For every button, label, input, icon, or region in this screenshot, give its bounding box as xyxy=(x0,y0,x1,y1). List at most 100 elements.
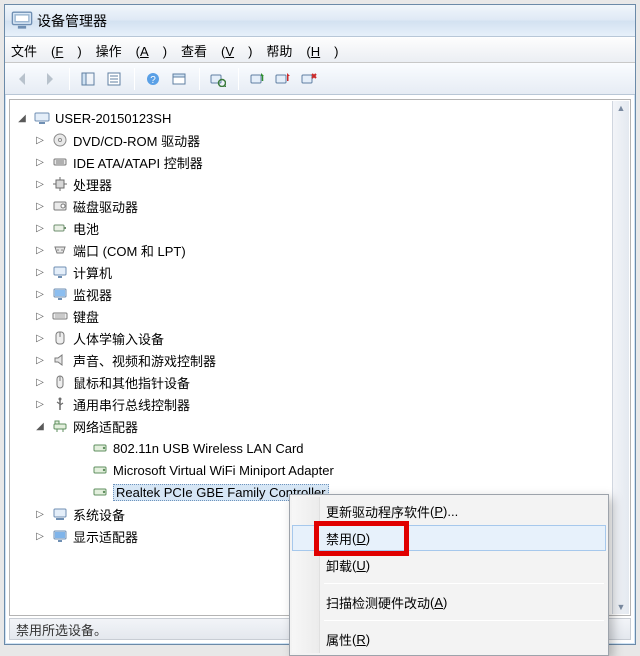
expand-icon[interactable]: ▷ xyxy=(33,287,47,301)
tree-node-dvd[interactable]: ▷DVD/CD-ROM 驱动器 xyxy=(33,129,627,151)
usb-icon xyxy=(51,395,69,413)
svg-text:?: ? xyxy=(150,75,156,86)
ctx-uninstall[interactable]: 卸载(U) xyxy=(292,551,606,579)
network-adapter-icon xyxy=(91,483,109,501)
toolbar-separator xyxy=(238,68,239,90)
network-icon xyxy=(51,417,69,435)
show-hide-console-button[interactable] xyxy=(76,67,100,91)
expand-icon[interactable]: ▷ xyxy=(33,309,47,323)
tree-root[interactable]: ◢ USER-20150123SH xyxy=(15,107,627,129)
tree-node-battery[interactable]: ▷ 电池 xyxy=(33,217,627,239)
tree-node-label: 键盘 xyxy=(73,307,99,326)
menu-help[interactable]: 帮助(H) xyxy=(266,41,338,60)
mouse-icon xyxy=(51,373,69,391)
tree-node-label: 处理器 xyxy=(73,175,112,194)
properties-button[interactable] xyxy=(102,67,126,91)
tree-node-net-a[interactable]: 802.11n USB Wireless LAN Card xyxy=(73,437,627,459)
sound-icon xyxy=(51,351,69,369)
ctx-update-driver[interactable]: 更新驱动程序软件(P)... xyxy=(292,497,606,525)
cpu-icon xyxy=(51,175,69,193)
device-manager-window: 设备管理器 文件(F) 操作(A) 查看(V) 帮助(H) ? ◢ xyxy=(4,4,636,645)
scroll-down-icon: ▼ xyxy=(617,602,626,612)
expand-icon[interactable]: ▷ xyxy=(33,331,47,345)
expand-icon[interactable]: ▷ xyxy=(33,177,47,191)
context-menu-separator xyxy=(324,620,604,621)
scan-hardware-button[interactable] xyxy=(206,67,230,91)
tree-node-label: 鼠标和其他指针设备 xyxy=(73,373,190,392)
menu-file[interactable]: 文件(F) xyxy=(11,41,82,60)
expand-icon[interactable]: ▷ xyxy=(33,397,47,411)
tree-node-label: 802.11n USB Wireless LAN Card xyxy=(113,441,304,456)
toolbar-separator xyxy=(199,68,200,90)
battery-icon xyxy=(51,219,69,237)
tree-node-network[interactable]: ◢ 网络适配器 xyxy=(33,415,627,437)
menu-action[interactable]: 操作(A) xyxy=(96,41,167,60)
expand-icon[interactable]: ▷ xyxy=(33,243,47,257)
expand-icon[interactable]: ▷ xyxy=(33,507,47,521)
tree-node-ide[interactable]: ▷ IDE ATA/ATAPI 控制器 xyxy=(33,151,627,173)
scroll-up-icon: ▲ xyxy=(617,103,626,113)
help-button[interactable]: ? xyxy=(141,67,165,91)
tree-node-label: 系统设备 xyxy=(73,505,125,524)
toolbar: ? xyxy=(5,63,635,95)
context-menu: 更新驱动程序软件(P)... 禁用(D) 卸载(U) 扫描检测硬件改动(A) 属… xyxy=(289,494,609,656)
tree-node-usbctrl[interactable]: ▷ 通用串行总线控制器 xyxy=(33,393,627,415)
action-pane-button[interactable] xyxy=(167,67,191,91)
tree-node-label: 声音、视频和游戏控制器 xyxy=(73,351,216,370)
tree-node-label: Microsoft Virtual WiFi Miniport Adapter xyxy=(113,463,334,478)
disk-icon xyxy=(51,197,69,215)
collapse-icon[interactable]: ◢ xyxy=(15,111,29,125)
computer-icon xyxy=(33,109,51,127)
uninstall-button[interactable] xyxy=(297,67,321,91)
vertical-scrollbar[interactable]: ▲▼ xyxy=(612,101,629,614)
expand-icon[interactable]: ▷ xyxy=(33,155,47,169)
display-icon xyxy=(51,527,69,545)
ide-icon xyxy=(51,153,69,171)
expand-icon[interactable]: ▷ xyxy=(33,529,47,543)
tree-node-mouse[interactable]: ▷ 鼠标和其他指针设备 xyxy=(33,371,627,393)
tree-node-computer[interactable]: ▷ 计算机 xyxy=(33,261,627,283)
ctx-disable[interactable]: 禁用(D) xyxy=(292,525,606,551)
tree-node-sound[interactable]: ▷ 声音、视频和游戏控制器 xyxy=(33,349,627,371)
tree-node-keyboard[interactable]: ▷ 键盘 xyxy=(33,305,627,327)
network-adapter-icon xyxy=(91,439,109,457)
toolbar-separator xyxy=(134,68,135,90)
tree-node-label: 显示适配器 xyxy=(73,527,138,546)
tree-node-label: 计算机 xyxy=(73,263,112,282)
monitor-icon xyxy=(51,285,69,303)
hid-icon xyxy=(51,329,69,347)
tree-node-disk[interactable]: ▷磁盘驱动器 xyxy=(33,195,627,217)
tree-node-monitor[interactable]: ▷ 监视器 xyxy=(33,283,627,305)
ctx-scan-hardware[interactable]: 扫描检测硬件改动(A) xyxy=(292,588,606,616)
window-title: 设备管理器 xyxy=(37,11,107,31)
tree-node-cpu[interactable]: ▷ 处理器 xyxy=(33,173,627,195)
forward-button[interactable] xyxy=(37,67,61,91)
collapse-icon[interactable]: ◢ xyxy=(33,419,47,433)
expand-icon[interactable]: ▷ xyxy=(33,221,47,235)
back-button[interactable] xyxy=(11,67,35,91)
tree-node-label: USER-20150123SH xyxy=(55,111,171,126)
tree-node-ports[interactable]: ▷端口 (COM 和 LPT) xyxy=(33,239,627,261)
tree-node-label: 监视器 xyxy=(73,285,112,304)
update-driver-button[interactable] xyxy=(245,67,269,91)
app-icon xyxy=(11,8,33,33)
menubar: 文件(F) 操作(A) 查看(V) 帮助(H) xyxy=(5,37,635,63)
menu-view[interactable]: 查看(V) xyxy=(181,41,252,60)
expand-icon[interactable]: ▷ xyxy=(33,133,47,147)
tree-node-label: 网络适配器 xyxy=(73,417,138,436)
tree-node-label: 电池 xyxy=(73,219,99,238)
dvd-icon xyxy=(51,131,69,149)
context-menu-separator xyxy=(324,583,604,584)
disable-button[interactable] xyxy=(271,67,295,91)
tree-node-label: 人体学输入设备 xyxy=(73,329,164,348)
expand-icon[interactable]: ▷ xyxy=(33,353,47,367)
tree-node-label: 通用串行总线控制器 xyxy=(73,395,190,414)
ports-icon xyxy=(51,241,69,259)
expand-icon[interactable]: ▷ xyxy=(33,199,47,213)
tree-node-label: IDE ATA/ATAPI 控制器 xyxy=(73,153,203,172)
expand-icon[interactable]: ▷ xyxy=(33,375,47,389)
expand-icon[interactable]: ▷ xyxy=(33,265,47,279)
tree-node-net-b[interactable]: Microsoft Virtual WiFi Miniport Adapter xyxy=(73,459,627,481)
tree-node-hid[interactable]: ▷ 人体学输入设备 xyxy=(33,327,627,349)
system-icon xyxy=(51,505,69,523)
